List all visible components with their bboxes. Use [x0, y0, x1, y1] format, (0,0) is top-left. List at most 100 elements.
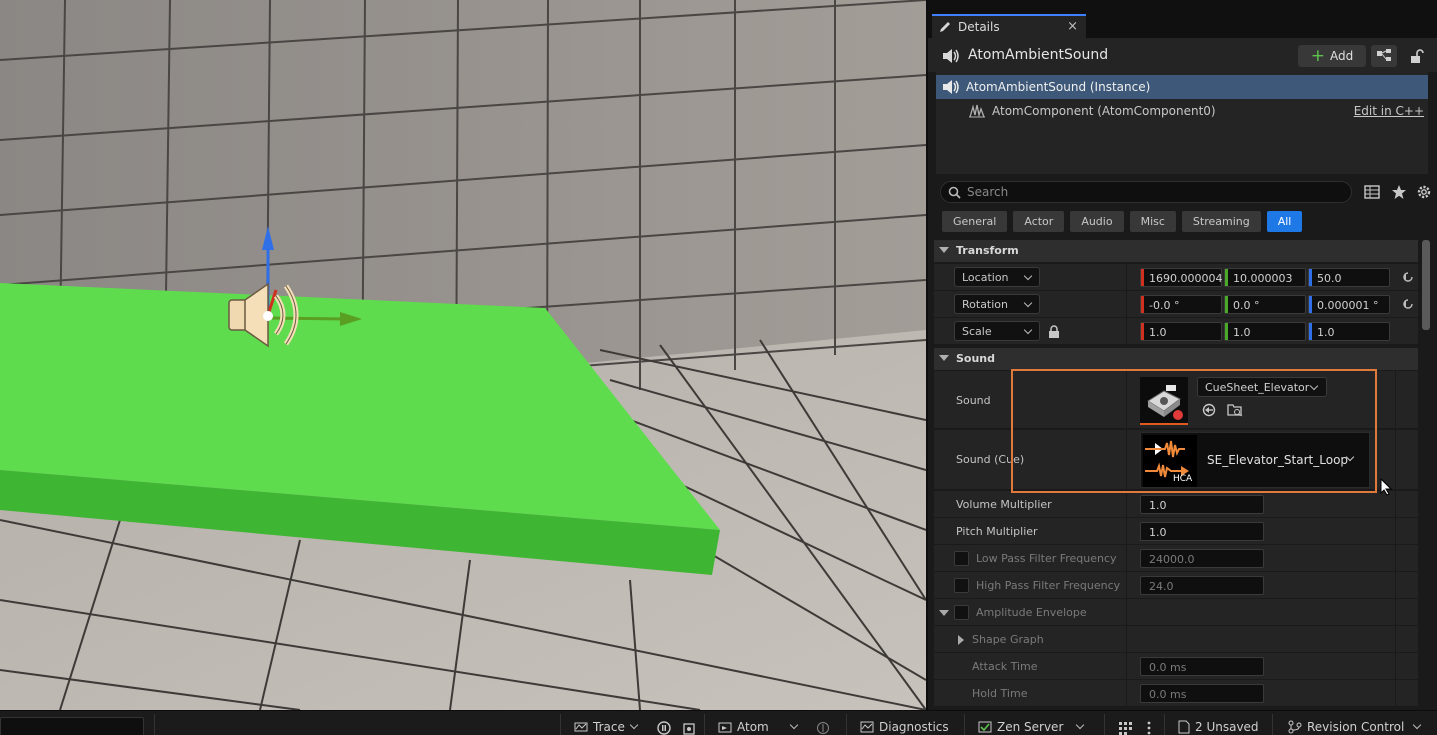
highpass-field[interactable]: 24.0	[1140, 576, 1264, 595]
scale-y-value: 1.0	[1233, 326, 1251, 339]
reset-arrow-icon[interactable]	[1402, 271, 1414, 283]
actor-header: AtomAmbientSound + Add	[928, 38, 1437, 72]
close-tab-icon[interactable]: ×	[1067, 19, 1078, 34]
scale-z-field[interactable]: 1.0	[1308, 322, 1390, 341]
location-dropdown[interactable]: Location	[954, 267, 1040, 287]
location-x-field[interactable]: 1690.000004	[1140, 268, 1222, 287]
filter-streaming[interactable]: Streaming	[1181, 211, 1261, 232]
scale-y-field[interactable]: 1.0	[1224, 322, 1306, 341]
rotation-dropdown[interactable]: Rotation	[954, 294, 1040, 314]
category-sound[interactable]: Sound	[934, 348, 1418, 370]
add-component-button[interactable]: + Add	[1298, 45, 1366, 67]
zen-server-label: Zen Server	[997, 720, 1064, 734]
use-selected-icon[interactable]	[1202, 403, 1216, 417]
cuesheet-thumbnail[interactable]	[1140, 377, 1188, 425]
rotation-x-field[interactable]: -0.0 °	[1140, 295, 1222, 314]
property-lowpass: Low Pass Filter Frequency 24000.0	[934, 545, 1418, 572]
trace-menu[interactable]: Trace	[574, 720, 639, 734]
sound-cue-value: SE_Elevator_Start_Loop	[1207, 453, 1349, 467]
details-scrollbar[interactable]	[1422, 240, 1430, 330]
trace-label: Trace	[593, 720, 625, 734]
volume-field[interactable]: 1.0	[1140, 495, 1264, 514]
sound-asset-dropdown[interactable]: CueSheet_Elevator	[1197, 377, 1327, 397]
browse-folder-icon[interactable]	[1227, 403, 1243, 417]
gizmo-y-axis[interactable]	[267, 316, 346, 321]
reset-arrow-icon[interactable]	[1402, 298, 1414, 310]
lowpass-field[interactable]: 24000.0	[1140, 549, 1264, 568]
unsaved-button[interactable]: 2 Unsaved	[1178, 720, 1259, 734]
envelope-checkbox[interactable]	[954, 605, 969, 620]
category-sound-title: Sound	[956, 352, 996, 365]
location-y-field[interactable]: 10.000003	[1224, 268, 1306, 287]
console-input[interactable]	[0, 717, 144, 735]
edit-in-cpp-link[interactable]: Edit in C++	[1354, 104, 1424, 118]
lowpass-label: Low Pass Filter Frequency	[976, 552, 1117, 565]
filter-all[interactable]: All	[1266, 211, 1303, 232]
lowpass-checkbox[interactable]	[954, 551, 969, 566]
property-volume: Volume Multiplier 1.0	[934, 491, 1418, 518]
scale-dropdown[interactable]: Scale	[954, 321, 1040, 341]
filter-actor[interactable]: Actor	[1013, 211, 1065, 232]
property-sound: Sound CueSheet_Elevator	[934, 371, 1418, 429]
hold-time-value: 0.0 ms	[1149, 688, 1187, 701]
gear-icon[interactable]	[1416, 184, 1432, 200]
tab-details[interactable]: Details ×	[932, 14, 1086, 38]
component-row-instance[interactable]: AtomAmbientSound (Instance)	[936, 75, 1428, 99]
table-view-icon[interactable]	[1364, 184, 1380, 200]
unsaved-label: 2 Unsaved	[1195, 720, 1259, 734]
rotation-y-field[interactable]: 0.0 °	[1224, 295, 1306, 314]
level-viewport[interactable]	[0, 0, 926, 710]
actor-name: AtomAmbientSound	[968, 47, 1109, 63]
pitch-field[interactable]: 1.0	[1140, 522, 1264, 541]
lock-icon[interactable]	[1048, 325, 1060, 338]
category-transform[interactable]: Transform	[934, 240, 1418, 262]
zen-server-menu[interactable]: Zen Server	[978, 720, 1085, 734]
rotation-x-value: -0.0 °	[1149, 299, 1180, 312]
diagnostics-icon	[860, 721, 874, 733]
revision-control-menu[interactable]: Revision Control	[1288, 720, 1422, 734]
component-row-atom-label: AtomComponent (AtomComponent0)	[992, 104, 1216, 118]
attack-time-field[interactable]: 0.0 ms	[1140, 657, 1264, 676]
property-hold-time: Hold Time 0.0 ms	[934, 680, 1418, 707]
shape-graph-label: Shape Graph	[972, 633, 1044, 646]
hold-time-field[interactable]: 0.0 ms	[1140, 684, 1264, 703]
more-options-icon[interactable]	[1146, 721, 1152, 735]
blueprint-button[interactable]	[1371, 45, 1397, 67]
star-icon[interactable]	[1391, 184, 1407, 200]
property-scale: Scale 1.0 1.0 1.0	[934, 318, 1418, 345]
chevron-down-icon	[1023, 271, 1033, 281]
screenshot-icon[interactable]	[682, 721, 696, 735]
chevron-down-icon	[1309, 381, 1319, 391]
component-tree: AtomAmbientSound (Instance) AtomComponen…	[936, 72, 1428, 174]
location-y-value: 10.000003	[1233, 272, 1293, 285]
unlock-icon[interactable]	[1408, 48, 1424, 64]
rotation-z-field[interactable]: 0.000001 °	[1308, 295, 1390, 314]
atom-icon	[718, 722, 732, 733]
filter-general[interactable]: General	[942, 211, 1008, 232]
scale-label: Scale	[962, 325, 992, 338]
expand-arrow-icon[interactable]	[939, 610, 949, 616]
location-z-field[interactable]: 50.0	[1308, 268, 1390, 287]
details-search[interactable]	[940, 181, 1352, 203]
trace-icon	[574, 722, 588, 732]
filter-misc[interactable]: Misc	[1129, 211, 1176, 232]
chevron-down-icon	[1023, 298, 1033, 308]
diagnostics-button[interactable]: Diagnostics	[860, 720, 949, 734]
scale-x-field[interactable]: 1.0	[1140, 322, 1222, 341]
envelope-label: Amplitude Envelope	[976, 606, 1087, 619]
details-panel: Details × AtomAmbientSound + Add AtomAmb…	[926, 0, 1437, 710]
property-rotation: Rotation -0.0 ° 0.0 ° 0.000001 °	[934, 291, 1418, 318]
location-x-value: 1690.000004	[1149, 272, 1223, 285]
component-row-atom[interactable]: AtomComponent (AtomComponent0) Edit in C…	[936, 99, 1428, 123]
search-input[interactable]	[967, 184, 1337, 200]
highpass-checkbox[interactable]	[954, 578, 969, 593]
atom-menu[interactable]: Atom	[718, 720, 798, 734]
grid-icon[interactable]	[1118, 721, 1134, 735]
property-pitch: Pitch Multiplier 1.0	[934, 518, 1418, 545]
property-list: Transform Location 1690.000004 10.000003…	[934, 240, 1418, 710]
record-icon[interactable]	[657, 721, 671, 735]
sound-cue-picker[interactable]: HCA SE_Elevator_Start_Loop	[1140, 432, 1370, 488]
collapsed-arrow-icon[interactable]	[958, 635, 964, 645]
filter-audio[interactable]: Audio	[1070, 211, 1124, 232]
signal-icon[interactable]	[816, 721, 830, 735]
